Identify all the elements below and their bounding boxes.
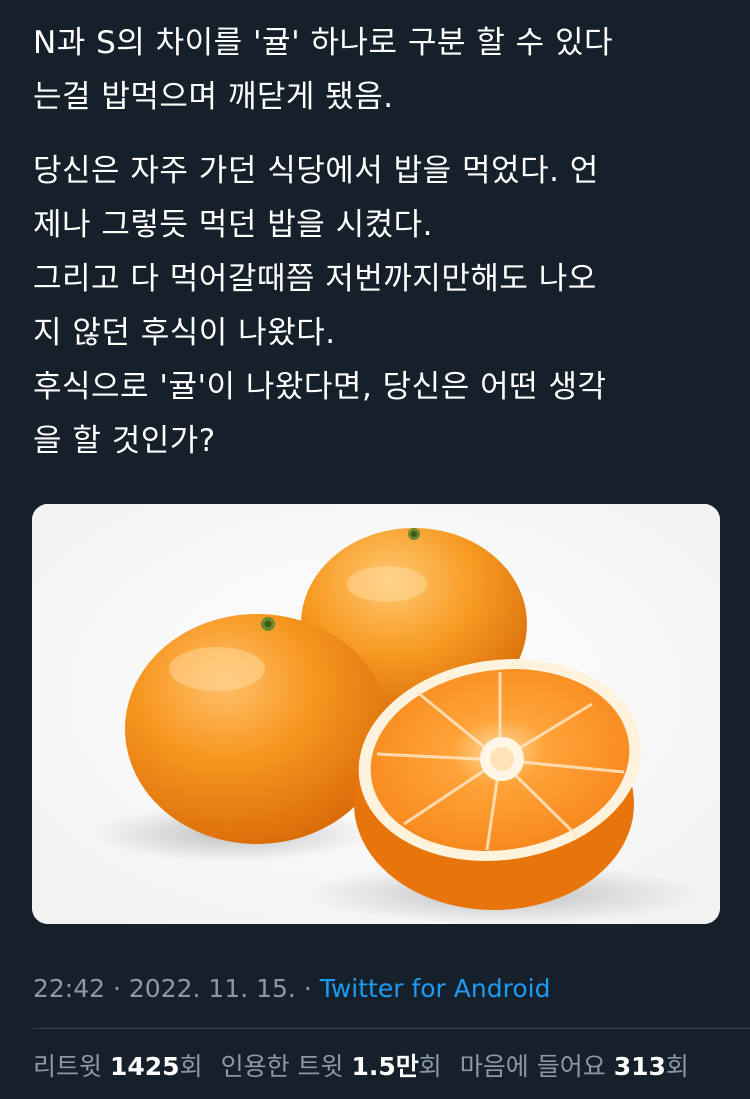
tweet-text-line: 지 않던 후식이 나왔다. — [33, 315, 336, 351]
tweet-time[interactable]: 22:42 — [33, 974, 105, 1003]
stat-suffix: 회 — [179, 1052, 203, 1081]
tweet-text: N과 S의 차이를 '귤' 하나로 구분 할 수 있다 는걸 밥먹으며 깨닫게 … — [33, 16, 723, 468]
stat-suffix: 회 — [418, 1052, 442, 1081]
tweet-meta: 22:42 · 2022. 11. 15. · Twitter for Andr… — [33, 969, 550, 1009]
tangerine-left — [125, 614, 389, 844]
tweet-text-line: 당신은 자주 가던 식당에서 밥을 먹었다. 언 — [33, 153, 599, 189]
tweet-text-line: N과 S의 차이를 '귤' 하나로 구분 할 수 있다 — [33, 25, 614, 61]
tweet-stats: 리트윗 1425회 인용한 트윗 1.5만회 마음에 들어요 313회 — [33, 1047, 707, 1087]
tweet-text-line: 그리고 다 먹어갈때쯤 저번까지만해도 나오 — [33, 261, 597, 297]
stat-value: 313 — [613, 1052, 666, 1081]
tweet-text-line: 후식으로 '귤'이 나왔다면, 당신은 어떤 생각 — [33, 369, 607, 405]
stat-value: 1.5만 — [351, 1052, 419, 1081]
tweet-text-line: 는걸 밥먹으며 깨닫게 됐음. — [33, 79, 394, 115]
quote-count-link[interactable]: 인용한 트윗 1.5만회 — [221, 1052, 442, 1081]
like-count-link[interactable]: 마음에 들어요 313회 — [460, 1052, 689, 1081]
meta-separator: · — [295, 974, 320, 1003]
meta-separator: · — [105, 974, 129, 1003]
stat-label: 마음에 들어요 — [459, 1052, 606, 1081]
stat-suffix: 회 — [665, 1052, 689, 1081]
tweet-text-line: 제나 그렇듯 먹던 밥을 시켰다. — [33, 207, 434, 243]
tweet-date[interactable]: 2022. 11. 15. — [129, 974, 296, 1003]
stat-value: 1425 — [109, 1052, 180, 1081]
tangerine-photo — [32, 504, 720, 924]
tweet-media-image[interactable] — [32, 504, 720, 924]
stat-label: 인용한 트윗 — [220, 1052, 344, 1081]
tweet-detail: N과 S의 차이를 '귤' 하나로 구분 할 수 있다 는걸 밥먹으며 깨닫게 … — [0, 0, 750, 1099]
tweet-text-line: 을 할 것인가? — [33, 423, 216, 459]
stat-label: 리트윗 — [33, 1052, 103, 1081]
retweet-count-link[interactable]: 리트윗 1425회 — [33, 1052, 203, 1081]
tweet-source-link[interactable]: Twitter for Android — [320, 974, 551, 1003]
divider — [33, 1028, 750, 1029]
